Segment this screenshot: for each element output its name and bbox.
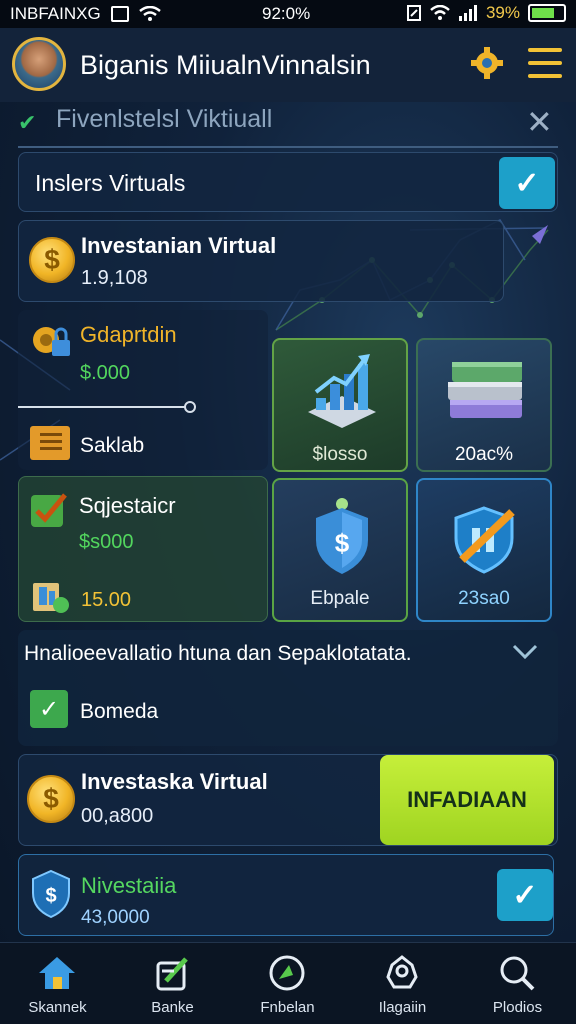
check-icon: ✓	[38, 695, 60, 723]
wifi-signal-icon	[430, 5, 450, 20]
subheader-title: Fivenlstelsl Viktiuall	[56, 105, 273, 133]
bomeda-checkbox[interactable]: ✓	[30, 690, 68, 728]
investment-title: Investanian Virtual	[81, 233, 277, 258]
carrier-text: INBFAINXG	[10, 4, 101, 23]
investor-checkbox[interactable]: ✓	[497, 869, 553, 921]
clock: 92:0%	[262, 4, 311, 23]
nav-item-ilagaiin[interactable]: Ilagaiin	[345, 943, 460, 1024]
home-icon	[39, 957, 75, 989]
investment-value: 1.9,108	[81, 267, 148, 289]
investment-card[interactable]: $ Investanian Virtual 1.9,108	[18, 220, 504, 302]
check-icon: ✓	[514, 166, 540, 200]
money-stack-icon	[33, 583, 69, 613]
tile-stats-label: $losso	[312, 444, 368, 465]
info-panel: Hnalioeevallatio htuna dan Sepaklotatata…	[18, 630, 558, 746]
invest-button-label: INFADIAAN	[407, 787, 527, 812]
nav-label: Skannek	[28, 999, 87, 1016]
avatar[interactable]	[12, 37, 66, 91]
shield-pen-icon	[454, 506, 515, 574]
check-icon: ✓	[512, 878, 538, 912]
close-icon[interactable]: ✕	[526, 106, 553, 138]
subheader-bar: ✔ Fivenlstelsl Viktiuall ✕	[0, 102, 576, 146]
invest-button[interactable]: INFADIAAN	[380, 755, 554, 845]
search-icon	[500, 956, 535, 991]
cell-signal-icon	[458, 5, 477, 21]
suggest-title: Sqjestaicr	[79, 493, 176, 518]
profile-icon	[386, 955, 418, 989]
nav-item-fnbelan[interactable]: Fnbelan	[230, 943, 345, 1024]
info-text: Hnalioeevallatio htuna dan Sepaklotatata…	[24, 642, 412, 665]
gear-lock-icon	[33, 327, 70, 356]
item1-label: Gdaprtdin	[80, 322, 177, 347]
tile-shield[interactable]: $ Ebpale	[272, 478, 408, 622]
coin-icon: $	[27, 775, 75, 823]
tile-stats[interactable]: $losso	[272, 338, 408, 472]
document-icon	[30, 426, 70, 460]
item1-value: $.000	[80, 362, 131, 384]
nfc-icon	[406, 5, 421, 21]
coin-icon: $	[29, 237, 75, 283]
divider	[18, 146, 558, 148]
status-bar: INBFAINXG 92:0% 39%	[0, 0, 576, 28]
nav-item-banke[interactable]: Banke	[115, 943, 230, 1024]
svg-text:$: $	[45, 885, 56, 907]
tile-shield-label: Ebpale	[310, 588, 370, 609]
nav-item-home[interactable]: Skannek	[0, 943, 115, 1024]
item2-label: Saklab	[80, 434, 145, 457]
notification-icon	[110, 6, 129, 22]
investor-row[interactable]: $ Nivestaiia 43,0000 ✓	[18, 854, 554, 936]
svg-text:$: $	[335, 528, 350, 558]
checkmark-icon: ✔	[18, 110, 37, 135]
edit-icon	[156, 957, 188, 991]
battery-percent: 39%	[485, 3, 520, 22]
nav-label: Ilagaiin	[378, 999, 427, 1016]
left-panel: Gdaprtdin $.000 Saklab	[18, 310, 268, 470]
invest-row-title: Investaska Virtual	[81, 769, 268, 794]
app-header: Biganis MiiualnVinnalsin	[0, 28, 576, 102]
bottom-navigation: Skannek Banke Fnbelan Ilagaiin Plodios	[0, 942, 576, 1024]
slider-track[interactable]	[18, 406, 188, 408]
battery-icon	[528, 4, 566, 22]
tile-books-label: 20ac%	[454, 444, 514, 465]
investor-row-title: Nivestaiia	[81, 873, 177, 898]
slider-handle[interactable]	[184, 401, 196, 413]
gear-icon[interactable]	[470, 46, 504, 80]
tile-books[interactable]: 20ac%	[416, 338, 552, 472]
insiders-title: Inslers Virtuals	[35, 170, 186, 196]
nav-label: Plodios	[492, 999, 543, 1016]
bomeda-label: Bomeda	[80, 700, 159, 723]
page-title: Biganis MiiualnVinnalsin	[80, 50, 371, 80]
check-badge-icon	[31, 493, 67, 527]
chevron-down-icon[interactable]	[510, 636, 540, 666]
wifi-icon	[138, 6, 161, 21]
globe-icon	[269, 955, 305, 991]
suggest-value1: $s000	[79, 531, 134, 553]
tile-protect[interactable]: 23sa0	[416, 478, 552, 622]
insiders-checkbox[interactable]: ✓	[499, 157, 555, 209]
nav-label: Fnbelan	[260, 999, 315, 1016]
insiders-card[interactable]: Inslers Virtuals ✓	[18, 152, 558, 212]
menu-button[interactable]	[528, 48, 562, 78]
shield-dollar-icon: $	[32, 869, 70, 919]
books-icon	[448, 362, 522, 418]
nav-label: Banke	[151, 999, 194, 1016]
nav-item-plodios[interactable]: Plodios	[460, 943, 575, 1024]
tile-protect-label: 23sa0	[458, 588, 510, 609]
chart-icon	[308, 354, 376, 428]
suggest-value2: 15.00	[81, 589, 132, 611]
invest-row-value: 00,a800	[81, 805, 154, 827]
suggest-panel[interactable]: Sqjestaicr $s000 15.00	[18, 476, 268, 622]
shield-dollar-icon: $	[316, 498, 368, 574]
investor-row-value: 43,0000	[81, 907, 150, 928]
